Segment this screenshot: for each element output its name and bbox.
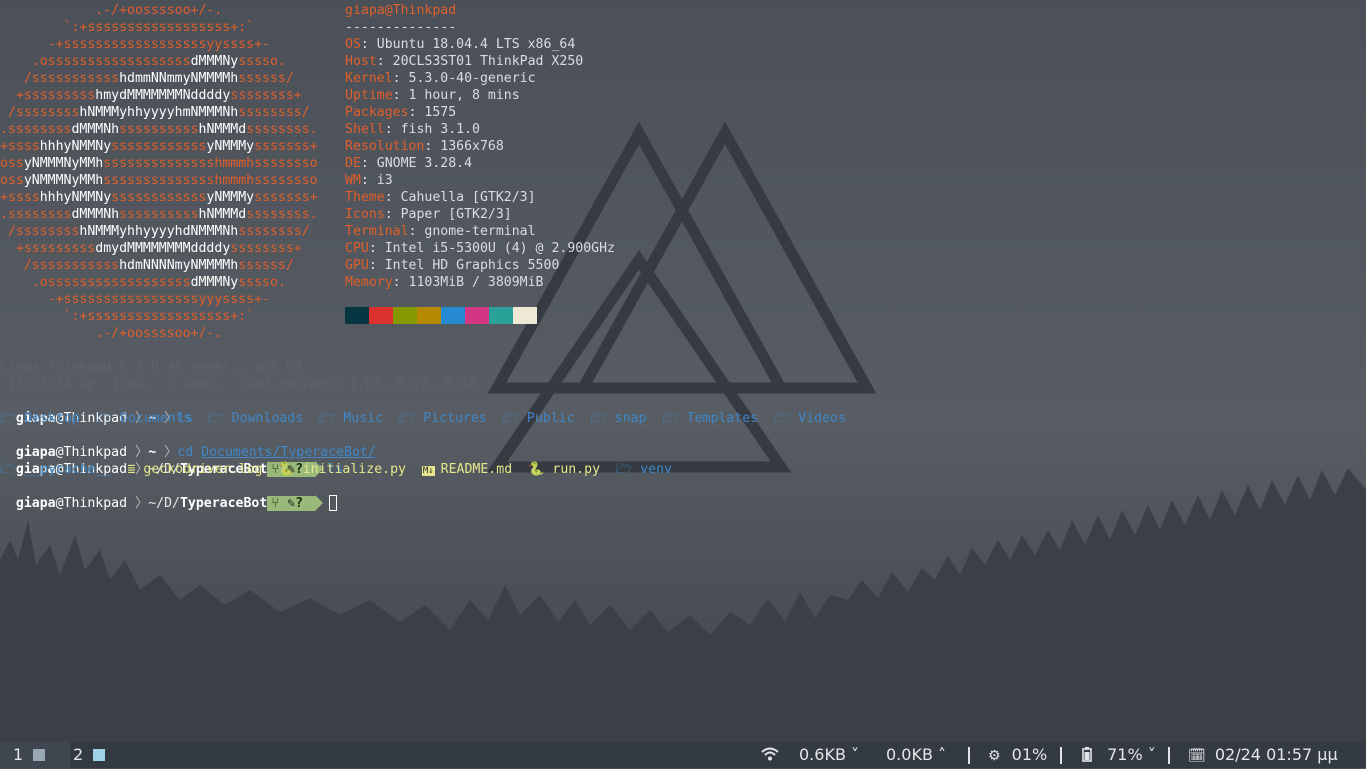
palette-swatch xyxy=(465,307,489,324)
logo-row: .ssssssssdMMMNhsssssssssshNMMMdssssssss. xyxy=(0,122,318,137)
chevron-down-icon: ˅ xyxy=(851,745,860,764)
chip-icon: ⚙ xyxy=(988,748,1001,764)
info-cpu: CPU: Intel i5-5300U (4) @ 2.900GHz xyxy=(345,241,615,256)
battery-status: 71% ˅ xyxy=(1082,742,1156,768)
battery-icon xyxy=(1082,747,1092,762)
logo-row: ossyNMMMNyMMhsssssssssssssshmmmhssssssso xyxy=(0,156,318,171)
logo-row: .ossssssssssssssssssdMMMNysssso. xyxy=(0,54,286,69)
logo-row: ossyNMMMNyMMhsssssssssssssshmmmhssssssso xyxy=(0,173,318,188)
prompt-line-4: giapa@Thinkpad 〉~/D/TyperaceBot ⑂ ✎? xyxy=(0,478,338,511)
info-host: Host: 20CLS3ST01 ThinkPad X250 xyxy=(345,54,584,69)
file-entry: M↓ README.md xyxy=(421,462,529,477)
markdown-icon: M↓ xyxy=(421,466,435,476)
file-entry: 🗁 __pycache__ xyxy=(0,462,128,477)
logo-row: -+ssssssssssssssssssyyssss+- xyxy=(0,37,270,52)
prompt-line-2: giapa@Thinkpad 〉~ 〉cd Documents/Typerace… xyxy=(15,445,376,460)
logo-row: +sssshhhyNMMNyssssssssssssyNMMMysssssss+ xyxy=(0,190,318,205)
file-entry: 🗁 venv xyxy=(615,462,672,477)
color-palette xyxy=(345,307,537,324)
dir-entry: 🗁 Pictures xyxy=(398,411,503,426)
info-gpu: GPU: Intel HD Graphics 5500 xyxy=(345,258,560,273)
system-info: giapa@Thinkpad -------------- OS: Ubuntu… xyxy=(345,2,615,291)
logo-row: .-/+oossssoo+/-. xyxy=(0,3,223,18)
window-square-icon xyxy=(33,749,46,761)
palette-swatch xyxy=(513,307,537,324)
info-memory: Memory: 1103MiB / 3809MiB xyxy=(345,275,544,290)
network-up: 0.0KB ˄ xyxy=(886,745,947,764)
calendar-icon: 🗓 xyxy=(1188,748,1206,764)
network-down: 0.6KB ˅ xyxy=(799,745,860,764)
dir-entry: 🗁 Music xyxy=(319,411,399,426)
info-de: DE: GNOME 3.28.4 xyxy=(345,156,473,171)
prompt-line-3: giapa@Thinkpad 〉~/D/TyperaceBot ⑂ ✎? ls xyxy=(15,461,343,477)
uname-output: Linux Thinkpad 5.3.0-40-generic x86_64 xyxy=(0,360,302,375)
paperclip-icon: ✎ xyxy=(287,496,296,511)
dir-entry: 🗁 snap xyxy=(590,411,663,426)
palette-swatch xyxy=(489,307,513,324)
i3-status-bar: 1 2 0.6KB ˅ 0.0KB ˄ ⚙ 01% 71% ˅ 🗓 02/24 … xyxy=(0,742,1366,768)
logo-row: /ssssssssssshdmmNNmmyNMMMMhssssss/ xyxy=(0,71,294,86)
ubuntu-ascii-logo: .-/+oossssoo+/-. `:+ssssssssssssssssss+:… xyxy=(0,2,318,342)
dir-entry: 🗁 Templates xyxy=(662,411,774,426)
workspace-2[interactable]: 2 xyxy=(60,742,130,768)
logo-row: /ssssssssssshdmNNNNmyNMMMMhssssss/ xyxy=(0,258,294,273)
palette-swatch xyxy=(417,307,441,324)
logo-row: +sssshhhyNMMNyssssssssssssyNMMMysssssss+ xyxy=(0,139,318,154)
separator xyxy=(1060,747,1062,764)
logo-row: +ssssssssshmydMMMMMMMNddddyssssssss+ xyxy=(0,88,302,103)
clock: 🗓 02/24 01:57 μμ xyxy=(1188,745,1338,764)
dir-entry: 🗁 Videos xyxy=(773,411,846,426)
dir-entry: 🗁 Desktop xyxy=(0,411,96,426)
info-resolution: Resolution: 1366x768 xyxy=(345,139,504,154)
logo-row: `:+ssssssssssssssssss+:` xyxy=(0,309,255,324)
separator xyxy=(1168,747,1170,764)
logo-row: /sssssssshNMMMyhhyyyyhmNMMMNhssssssss/ xyxy=(0,105,310,120)
ls-output-bot: 🗁 __pycache__ ≣ geckodriver.log 🐍 initia… xyxy=(0,461,672,478)
logo-row: .ossssssssssssssssssdMMMNysssso. xyxy=(0,275,286,290)
chevron-down-icon: ˅ xyxy=(1147,745,1156,764)
logo-row: +sssssssssdmydMMMMMMMMddddyssssssss+ xyxy=(0,241,302,256)
user-host-title: giapa@Thinkpad xyxy=(345,3,457,18)
info-icons: Icons: Paper [GTK2/3] xyxy=(345,207,512,222)
file-entry: 🐍 run.py xyxy=(528,462,616,477)
dir-entry: 🗁 Downloads xyxy=(207,411,320,426)
info-theme: Theme: Cahuella [GTK2/3] xyxy=(345,190,536,205)
cpu-status: ⚙ 01% xyxy=(988,745,1048,764)
logo-row: .-/+oossssoo+/-. xyxy=(0,326,223,341)
info-shell: Shell: fish 3.1.0 xyxy=(345,122,480,137)
uptime-output: 13:57:34 up 1:08, 1 user, load average: … xyxy=(0,377,477,392)
title-underline: -------------- xyxy=(345,20,457,35)
info-wm: WM: i3 xyxy=(345,173,393,188)
dir-entry: 🗁 Documents xyxy=(95,411,208,426)
dir-entry: 🗁 Public xyxy=(502,411,591,426)
logo-row: .ssssssssdMMMNhsssssssssshNMMMdssssssss. xyxy=(0,207,318,222)
palette-swatch xyxy=(393,307,417,324)
info-os: OS: Ubuntu 18.04.4 LTS x86_64 xyxy=(345,37,576,52)
separator xyxy=(968,747,970,764)
chevron-up-icon: ˄ xyxy=(938,745,947,764)
wifi-icon xyxy=(761,742,779,768)
logo-row: /sssssssshNMMMyhhyyyyhdNMMMNhssssssss/ xyxy=(0,224,310,239)
ls-output-home: 🗁 Desktop 🗁 Documents 🗁 Downloads 🗁 Musi… xyxy=(0,410,846,427)
info-terminal: Terminal: gnome-terminal xyxy=(345,224,536,239)
window-square-icon xyxy=(93,749,106,761)
git-branch-icon: ⑂ xyxy=(271,496,280,511)
info-uptime: Uptime: 1 hour, 8 mins xyxy=(345,88,520,103)
palette-swatch xyxy=(441,307,465,324)
info-packages: Packages: 1575 xyxy=(345,105,457,120)
file-entry: 🐍 initialize.py xyxy=(278,462,422,477)
info-kernel: Kernel: 5.3.0-40-generic xyxy=(345,71,536,86)
palette-swatch xyxy=(369,307,393,324)
file-entry: ≣ geckodriver.log xyxy=(127,462,279,477)
palette-swatch xyxy=(345,307,369,324)
prompt-line-1: giapa@Thinkpad 〉~ 〉ls xyxy=(15,411,194,426)
logo-row: `:+ssssssssssssssssss+:` xyxy=(0,20,255,35)
terminal-cursor[interactable] xyxy=(329,495,338,511)
logo-row: -+sssssssssssssssssyyyssss+- xyxy=(0,292,270,307)
